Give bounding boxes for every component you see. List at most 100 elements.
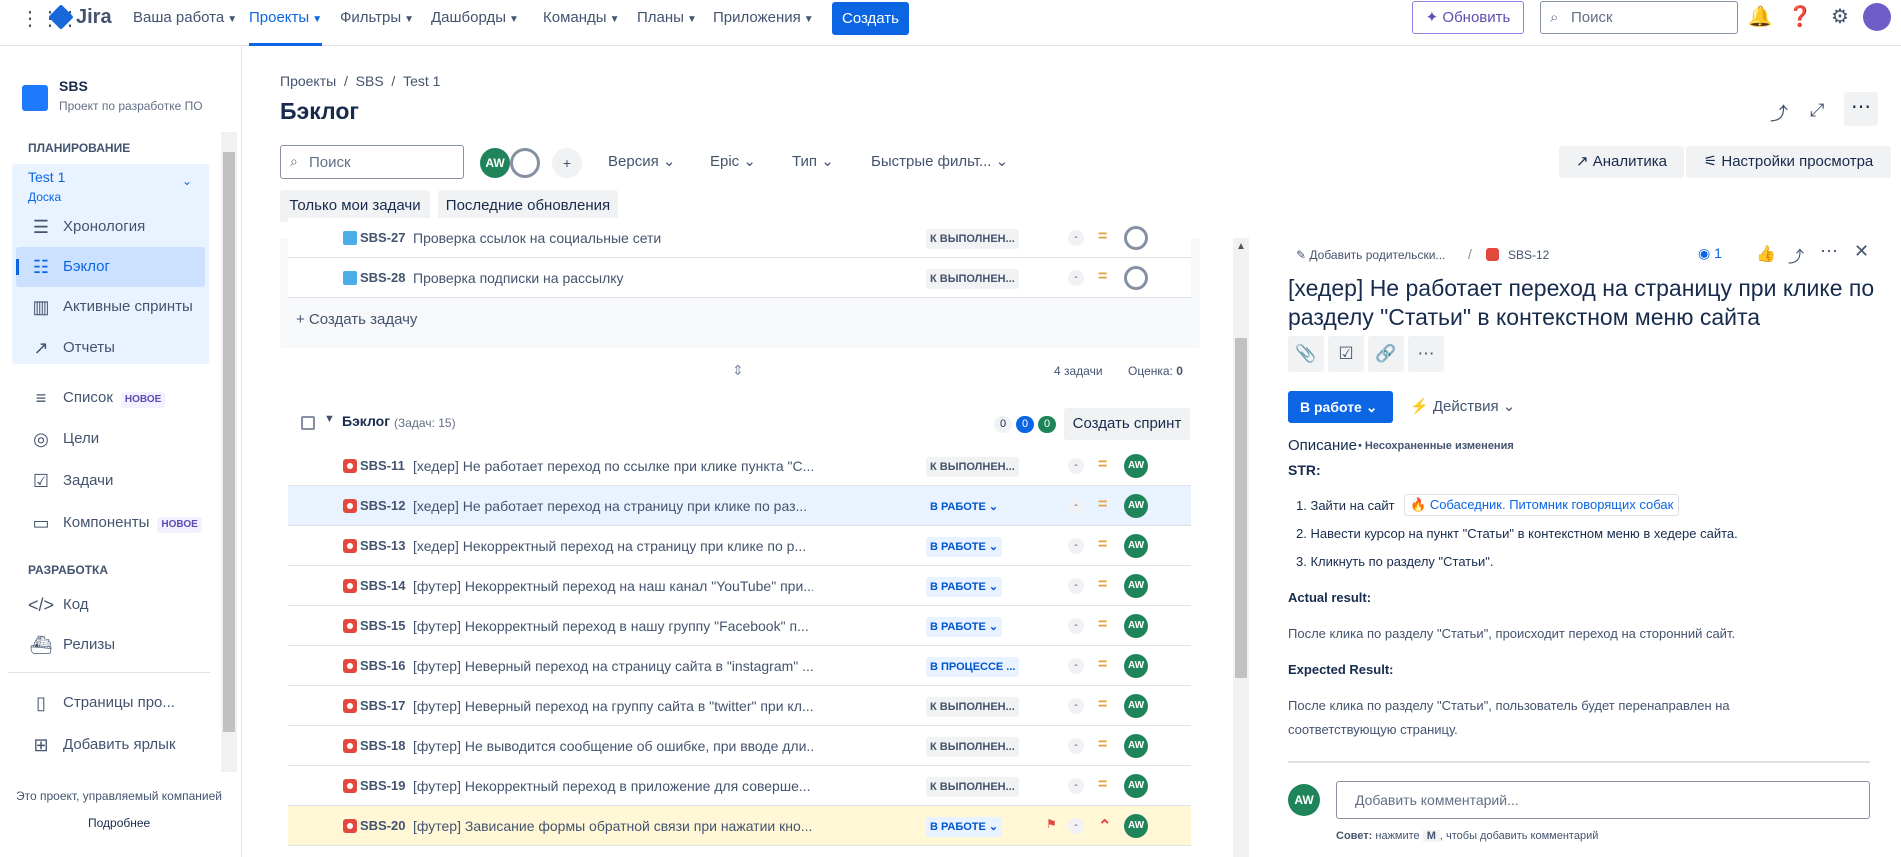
table-row[interactable]: SBS-14 [футер] Некорректный переход на на… [288, 566, 1191, 606]
scroll-up-icon[interactable]: ▲ [1236, 241, 1246, 252]
upgrade-button[interactable]: ✦ Обновить [1412, 1, 1524, 34]
issue-key[interactable]: SBS-19 [360, 778, 406, 793]
view-settings-button[interactable]: ⚟ Настройки просмотра [1686, 146, 1891, 178]
issue-key[interactable]: SBS-16 [360, 658, 406, 673]
scroll-thumb[interactable] [223, 152, 235, 732]
more-options-icon[interactable]: ⋯ [1844, 92, 1878, 126]
analytics-button[interactable]: ↗ Аналитика [1559, 146, 1684, 178]
sidebar-item-components[interactable]: ▭ Компоненты НОВОЕ [28, 503, 204, 543]
status-dropdown[interactable]: В работе ⌄ [1288, 391, 1393, 423]
assignee-avatar[interactable]: AW [1124, 534, 1148, 558]
sidebar-item-list[interactable]: ≡ Список НОВОЕ [28, 378, 204, 418]
board-name[interactable]: Test 1 [28, 169, 65, 185]
assignee-avatar[interactable]: AW [1124, 454, 1148, 478]
help-icon[interactable]: ❓ [1785, 2, 1815, 32]
estimate-badge[interactable]: - [1068, 738, 1084, 754]
sidebar-item-goals[interactable]: ◎ Цели [28, 419, 204, 459]
status-badge[interactable]: В РАБОТЕ ⌄ [926, 537, 1003, 557]
issue-key[interactable]: SBS-11 [360, 458, 405, 473]
epic-filter[interactable]: Epic ⌄ [710, 146, 756, 178]
status-badge[interactable]: В РАБОТЕ ⌄ [926, 817, 1003, 837]
assignee-avatar[interactable] [1124, 266, 1148, 290]
scroll-thumb[interactable] [1235, 338, 1247, 678]
issue-key[interactable]: SBS-27 [360, 230, 406, 245]
table-row[interactable]: SBS-18 [футер] Не выводится сообщение об … [288, 726, 1191, 766]
global-search-input[interactable]: ⌕ Поиск [1540, 1, 1738, 34]
table-row[interactable]: SBS-12 [хедер] Не работает переход на стр… [288, 486, 1191, 526]
table-row[interactable]: SBS-11 [хедер] Не работает переход по ссы… [288, 446, 1191, 486]
assignee-avatar[interactable]: AW [1124, 494, 1148, 518]
sidebar-item-reports[interactable]: ↗ Отчеты [28, 328, 204, 368]
settings-gear-icon[interactable]: ⚙ [1825, 2, 1855, 32]
app-switcher-icon[interactable]: ⋮⋮⋮ [20, 6, 80, 30]
chevron-down-icon[interactable]: ⌄ [182, 174, 192, 188]
quick-filters[interactable]: Быстрые фильт... ⌄ [871, 146, 1008, 178]
add-people-icon[interactable]: + [552, 148, 582, 178]
project-name[interactable]: SBS [59, 78, 88, 94]
assignee-avatar[interactable]: AW [1124, 774, 1148, 798]
issue-title[interactable]: [хедер] Не работает переход на страницу … [1288, 274, 1878, 332]
avatar-filter-aw[interactable]: AW [480, 148, 510, 178]
table-row[interactable]: SBS-16 [футер] Неверный переход на страни… [288, 646, 1191, 686]
status-badge[interactable]: К ВЫПОЛНЕН... [926, 269, 1019, 289]
close-icon[interactable]: ✕ [1854, 241, 1869, 262]
assignee-avatar[interactable]: AW [1124, 574, 1148, 598]
issue-key[interactable]: SBS-15 [360, 618, 406, 633]
footer-learn-more-link[interactable]: Подробнее [88, 816, 150, 830]
jira-logo-text[interactable]: Jira [76, 6, 112, 29]
more-actions-icon[interactable]: ⋯ [1408, 336, 1444, 372]
avatar-filter-unassigned[interactable] [510, 148, 540, 178]
status-badge[interactable]: К ВЫПОЛНЕН... [926, 737, 1019, 757]
status-badge[interactable]: В РАБОТЕ ⌄ [926, 577, 1003, 597]
issue-summary[interactable]: [футер] Зависание формы обратной связи п… [413, 818, 813, 834]
sidebar-item-backlog[interactable]: ☷ Бэклог [28, 247, 204, 287]
watchers[interactable]: ◉ 1 [1698, 245, 1722, 262]
user-avatar[interactable] [1863, 3, 1891, 31]
issue-summary[interactable]: [хедер] Некорректный переход на страницу… [413, 538, 813, 554]
issue-summary[interactable]: [хедер] Не работает переход на страницу … [413, 498, 813, 514]
collapse-chevron-icon[interactable]: ▼ [324, 413, 335, 425]
table-row[interactable]: SBS-28 Проверка подписки на рассылку К В… [288, 258, 1191, 298]
issue-key[interactable]: SBS-13 [360, 538, 406, 553]
table-row[interactable]: SBS-13 [хедер] Некорректный переход на ст… [288, 526, 1191, 566]
sidebar-item-pages[interactable]: ▯ Страницы про... [28, 683, 204, 723]
nav-projects[interactable]: Проекты ▼ [249, 0, 323, 46]
assignee-avatar[interactable]: AW [1124, 614, 1148, 638]
issue-key[interactable]: SBS-14 [360, 578, 406, 593]
breadcrumb-sbs[interactable]: SBS [356, 73, 384, 89]
estimate-badge[interactable]: - [1068, 498, 1084, 514]
issue-summary[interactable]: [хедер] Не работает переход по ссылке пр… [413, 458, 813, 474]
estimate-badge[interactable]: - [1068, 818, 1084, 834]
estimate-badge[interactable]: - [1068, 658, 1084, 674]
assignee-avatar[interactable]: AW [1124, 814, 1148, 838]
share-icon[interactable]: ⤴ [1788, 243, 1804, 267]
status-badge[interactable]: К ВЫПОЛНЕН... [926, 229, 1019, 249]
estimate-badge[interactable]: - [1068, 230, 1084, 246]
sidebar-item-releases[interactable]: ⛴ Релизы [28, 625, 204, 665]
issue-key[interactable]: SBS-28 [360, 270, 406, 285]
table-row[interactable]: SBS-15 [футер] Некорректный переход в наш… [288, 606, 1191, 646]
assignee-avatar[interactable]: AW [1124, 734, 1148, 758]
table-row[interactable]: SBS-20 [футер] Зависание формы обратной с… [288, 806, 1191, 846]
nav-teams[interactable]: Команды ▼ [543, 0, 619, 46]
type-filter[interactable]: Тип ⌄ [792, 146, 834, 178]
actions-dropdown[interactable]: ⚡ Действия ⌄ [1410, 391, 1515, 423]
comment-input[interactable]: Добавить комментарий... [1336, 781, 1870, 819]
resize-handle-icon[interactable]: ⇕ [732, 362, 744, 379]
attach-icon[interactable]: 📎 [1288, 336, 1324, 372]
create-issue-button[interactable]: + Создать задачу [296, 311, 417, 328]
issue-summary[interactable]: Проверка ссылок на социальные сети [413, 230, 813, 246]
create-sprint-button[interactable]: Создать спринт [1064, 408, 1190, 440]
nav-apps[interactable]: Приложения ▼ [713, 0, 814, 46]
issue-summary[interactable]: [футер] Неверный переход на страницу сай… [413, 658, 813, 674]
assignee-avatar[interactable] [1124, 226, 1148, 250]
sidebar-scrollbar[interactable] [221, 132, 237, 772]
nav-your-work[interactable]: Ваша работа ▼ [133, 0, 237, 46]
site-link[interactable]: 🔥 Собаседник. Питомник говорящих собак [1404, 494, 1680, 516]
nav-plans[interactable]: Планы ▼ [637, 0, 697, 46]
breadcrumb-projects[interactable]: Проекты [280, 73, 336, 89]
share-icon[interactable]: ⤴ [1770, 100, 1788, 126]
table-row[interactable]: SBS-19 [футер] Некорректный переход в при… [288, 766, 1191, 806]
status-badge[interactable]: К ВЫПОЛНЕН... [926, 777, 1019, 797]
estimate-badge[interactable]: - [1068, 778, 1084, 794]
